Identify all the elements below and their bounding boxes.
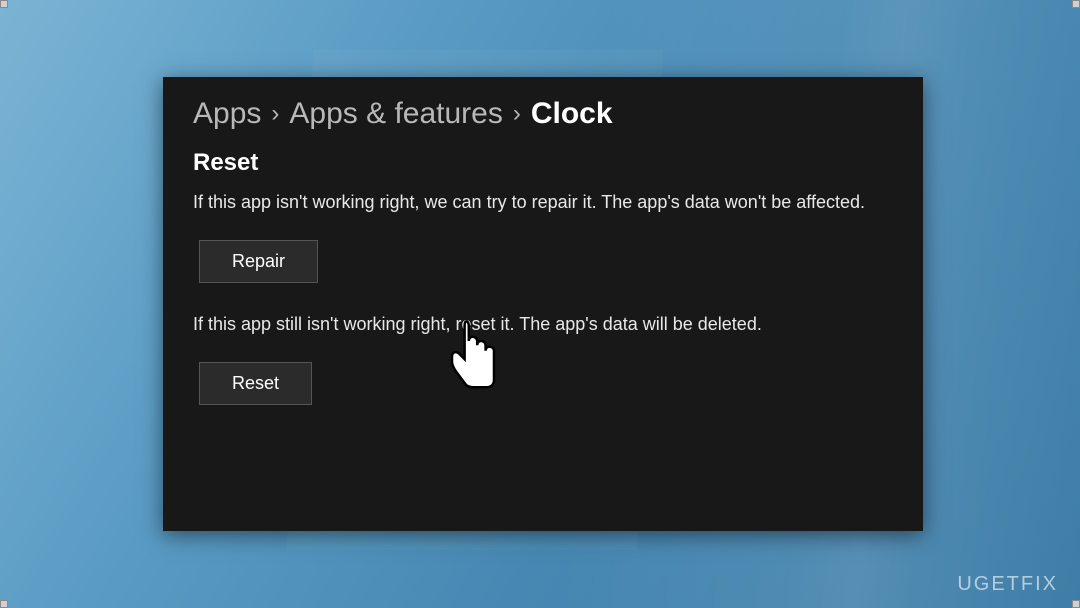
- settings-panel: Apps › Apps & features › Clock Reset If …: [163, 77, 923, 531]
- corner-handle-br: [1072, 600, 1080, 608]
- chevron-right-icon: ›: [271, 100, 279, 128]
- breadcrumb-apps-features[interactable]: Apps & features: [289, 97, 502, 131]
- chevron-right-icon: ›: [513, 100, 521, 128]
- breadcrumb-apps[interactable]: Apps: [193, 97, 261, 131]
- repair-description: If this app isn't working right, we can …: [193, 189, 873, 216]
- reset-description: If this app still isn't working right, r…: [193, 311, 873, 338]
- corner-handle-tl: [0, 0, 8, 8]
- reset-button[interactable]: Reset: [199, 362, 312, 405]
- repair-button[interactable]: Repair: [199, 240, 318, 283]
- corner-handle-tr: [1072, 0, 1080, 8]
- reset-heading: Reset: [193, 149, 893, 177]
- watermark-text: UGETFIX: [957, 573, 1058, 596]
- breadcrumb: Apps › Apps & features › Clock: [193, 97, 893, 131]
- corner-handle-bl: [0, 600, 8, 608]
- breadcrumb-clock: Clock: [531, 97, 613, 131]
